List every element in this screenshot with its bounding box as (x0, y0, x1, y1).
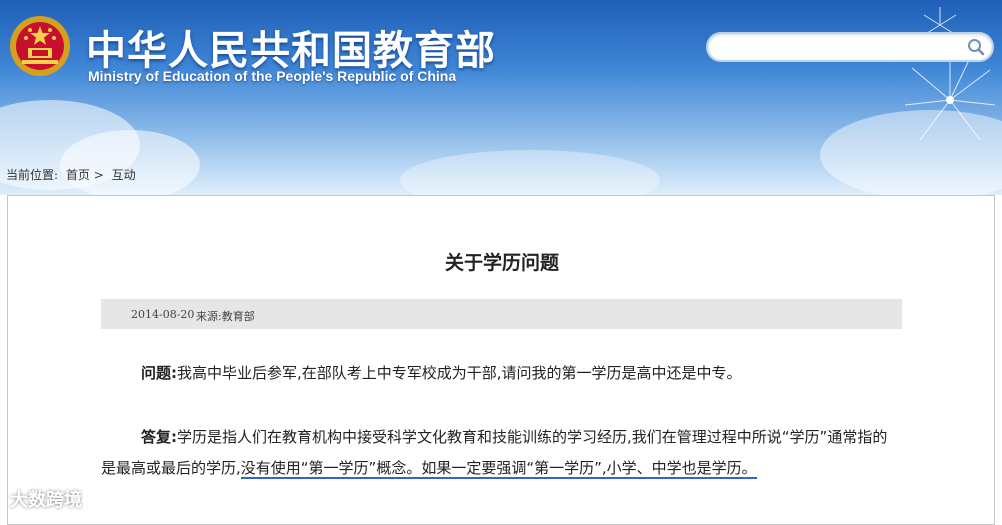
dandelion-decoration (904, 55, 996, 141)
cloud-decoration (400, 150, 660, 195)
breadcrumb-separator: > (93, 168, 104, 182)
answer-text-highlighted: 没有使用“第一学历”概念。如果一定要强调“第一学历”,小学、中学也是学历。 (240, 459, 757, 479)
article-source: 来源:教育部 (196, 310, 255, 323)
article-date: 2014-08-20 (131, 308, 195, 321)
article-panel: 关于学历问题 2014-08-20 来源:教育部 问题:我高中毕业后参军,在部队… (7, 195, 995, 525)
article-meta-bar: 2014-08-20 来源:教育部 (101, 299, 902, 329)
article-title: 关于学历问题 (444, 252, 559, 274)
site-subtitle: Ministry of Education of the People's Re… (88, 68, 457, 84)
search-icon[interactable] (966, 37, 986, 57)
breadcrumb-home-link[interactable]: 首页 (66, 168, 90, 182)
search-input[interactable] (720, 37, 964, 59)
breadcrumb: 当前位置: 首页 > 互动 (6, 166, 136, 183)
site-header: 中华人民共和国教育部 Ministry of Education of the … (0, 0, 1002, 195)
question-label: 问题: (141, 364, 177, 382)
question-text: 我高中毕业后参军,在部队考上中专军校成为干部,请问我的第一学历是高中还是中专。 (177, 364, 742, 382)
breadcrumb-prefix: 当前位置: (6, 168, 59, 182)
watermark-text: 大数跨境 (10, 490, 82, 511)
cloud-decoration (60, 130, 200, 195)
search-box (706, 32, 994, 62)
answer-label: 答复: (141, 428, 177, 446)
answer-paragraph: 答复:学历是指人们在教育机构中接受科学文化教育和技能训练的学习经历,我们在管理过… (101, 422, 891, 484)
question-paragraph: 问题:我高中毕业后参军,在部队考上中专军校成为干部,请问我的第一学历是高中还是中… (101, 358, 891, 389)
national-emblem-logo (10, 16, 70, 76)
breadcrumb-interaction-link[interactable]: 互动 (112, 168, 136, 182)
